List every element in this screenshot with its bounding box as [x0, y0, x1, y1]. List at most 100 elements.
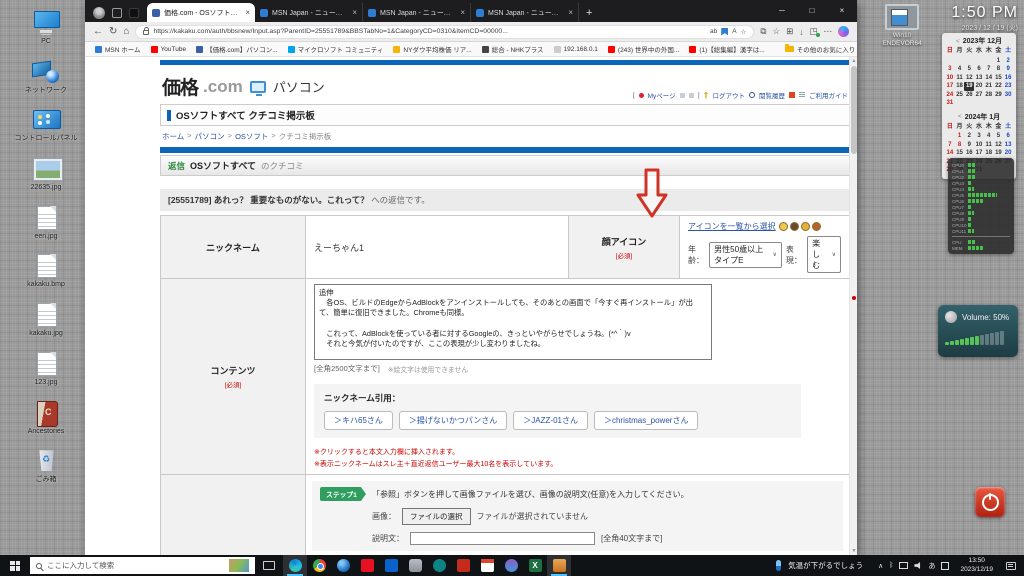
- desktop-icon[interactable]: ネットワーク: [14, 59, 78, 95]
- calendar-day[interactable]: 1: [955, 132, 965, 141]
- age-select[interactable]: 男性50歳以上タイプE ∨: [709, 241, 782, 268]
- calendar-day[interactable]: 30: [1003, 91, 1013, 100]
- taskbar-app[interactable]: [427, 555, 451, 576]
- volume-bar[interactable]: [985, 334, 989, 345]
- kakaku-logo[interactable]: 価格 .com パソコン: [162, 73, 325, 100]
- home-button[interactable]: ⌂: [123, 26, 129, 37]
- maximize-button[interactable]: □: [797, 0, 827, 20]
- calendar-prev-icon[interactable]: <: [956, 38, 960, 45]
- desktop-icon[interactable]: ごみ箱: [14, 448, 78, 484]
- calendar-day[interactable]: 8: [994, 65, 1004, 74]
- calendar-day[interactable]: 20: [1003, 149, 1013, 158]
- quote-nickname-button[interactable]: ＞揚げないかつパンさん: [398, 411, 508, 430]
- calendar-day[interactable]: 9: [1003, 65, 1013, 74]
- calendar-day[interactable]: 9: [964, 141, 974, 150]
- calendar-day[interactable]: [945, 57, 955, 66]
- volume-bar[interactable]: [955, 340, 959, 345]
- action-center-icon[interactable]: [1006, 561, 1016, 570]
- file-select-button[interactable]: ファイルの選択: [402, 508, 471, 525]
- translate-icon[interactable]: ab: [710, 28, 717, 35]
- calendar-day[interactable]: [994, 99, 1004, 108]
- bookmark-item[interactable]: 総合 - NHKプラス: [481, 44, 544, 54]
- calendar-day[interactable]: 16: [1003, 74, 1013, 83]
- breadcrumb-item[interactable]: パソコン: [195, 131, 225, 142]
- taskbar-app[interactable]: [547, 555, 571, 576]
- content-textarea[interactable]: 追伸 各OS、ビルドのEdgeからAdBlockをアンインストールしても、そのあ…: [314, 284, 712, 360]
- profile-avatar[interactable]: [93, 7, 105, 19]
- tab-close-icon[interactable]: ×: [568, 8, 573, 17]
- tab-close-icon[interactable]: ×: [245, 8, 250, 17]
- workspace-icon[interactable]: [112, 8, 122, 18]
- volume-bar[interactable]: [1000, 331, 1004, 345]
- calendar-day[interactable]: 19: [994, 149, 1004, 158]
- taskbar-app[interactable]: [451, 555, 475, 576]
- calendar-day[interactable]: 5: [994, 132, 1004, 141]
- power-gadget[interactable]: [975, 487, 1005, 517]
- calendar-day[interactable]: [955, 99, 965, 108]
- bookmark-item[interactable]: NYダウ平均株価 リア...: [393, 44, 472, 54]
- calendar-day[interactable]: 28: [984, 91, 994, 100]
- desktop-icon[interactable]: kakaku.jpg: [14, 302, 78, 338]
- calendar-day[interactable]: 10: [945, 74, 955, 83]
- weather-text[interactable]: 気温が下がるでしょう: [788, 560, 863, 571]
- calendar-day[interactable]: 7: [945, 141, 955, 150]
- volume-bar[interactable]: [990, 333, 994, 345]
- scroll-up-icon[interactable]: ▲: [850, 58, 857, 64]
- calendar-day[interactable]: 23: [1003, 82, 1013, 91]
- volume-bar[interactable]: [970, 337, 974, 345]
- calendar-day[interactable]: 13: [1003, 141, 1013, 150]
- calendar-day[interactable]: 6: [1003, 132, 1013, 141]
- bookmark-item[interactable]: (1)【総集編】漢字は...: [689, 44, 765, 54]
- logout-link[interactable]: ログアウト: [713, 90, 746, 100]
- extensions-icon[interactable]: ◳: [809, 26, 820, 37]
- refresh-button[interactable]: ↻: [109, 26, 117, 37]
- calendar-day[interactable]: 8: [955, 141, 965, 150]
- desktop-icon[interactable]: コントロールパネル: [14, 107, 78, 143]
- calendar-day[interactable]: 18: [955, 82, 965, 91]
- tab-close-icon[interactable]: ×: [352, 8, 357, 17]
- calendar-day[interactable]: 17: [945, 82, 955, 91]
- calendar-day[interactable]: 5: [964, 65, 974, 74]
- address-bar[interactable]: https://kakaku.com/auth/bbsnew/Input.asp…: [135, 24, 755, 39]
- calendar-day[interactable]: 27: [974, 91, 984, 100]
- calendar-day[interactable]: [1003, 99, 1013, 108]
- expression-select[interactable]: 楽しむ ∨: [807, 236, 841, 273]
- copilot-icon[interactable]: [838, 26, 849, 37]
- calendar-day[interactable]: [984, 99, 994, 108]
- taskbar-app[interactable]: [379, 555, 403, 576]
- close-button[interactable]: ×: [827, 0, 857, 20]
- taskbar-app[interactable]: [499, 555, 523, 576]
- calendar-day[interactable]: 4: [984, 132, 994, 141]
- calendar-day[interactable]: [955, 57, 965, 66]
- taskbar-app[interactable]: [283, 555, 307, 576]
- minimize-button[interactable]: ─: [767, 0, 797, 20]
- collections-icon[interactable]: ⊞: [786, 26, 793, 37]
- desktop-icon-win10[interactable]: Win10 ENDEVOR64: [876, 4, 928, 48]
- ime-indicator[interactable]: あ: [928, 561, 935, 571]
- calendar-day[interactable]: 31: [945, 99, 955, 108]
- volume-bar[interactable]: [995, 332, 999, 345]
- guide-link[interactable]: ご利用ガイド: [809, 90, 848, 100]
- calendar-day[interactable]: 6: [974, 65, 984, 74]
- read-aloud-icon[interactable]: A: [732, 28, 736, 35]
- scroll-down-icon[interactable]: ▼: [850, 548, 857, 554]
- desktop-icon[interactable]: een.jpg: [14, 205, 78, 241]
- calendar-day[interactable]: 3: [945, 65, 955, 74]
- volume-bar[interactable]: [965, 338, 969, 345]
- breadcrumb-item[interactable]: ホーム: [162, 131, 184, 142]
- calendar-day[interactable]: 11: [955, 74, 965, 83]
- browser-tab[interactable]: MSN Japan - ニュース 天気, メール ×: [363, 3, 471, 22]
- tab-actions-icon[interactable]: [129, 8, 139, 18]
- desktop-icon[interactable]: 123.jpg: [14, 351, 78, 387]
- browser-tab[interactable]: MSN Japan - ニュース 天気, メール ×: [471, 3, 579, 22]
- history-link[interactable]: 閲覧履歴: [759, 90, 785, 100]
- calendar-prev-icon[interactable]: <: [958, 113, 962, 120]
- calendar-day[interactable]: 21: [984, 82, 994, 91]
- new-tab-button[interactable]: +: [579, 7, 599, 22]
- bookmark-item[interactable]: 【価格.com】パソコン...: [196, 44, 278, 54]
- taskbar-app[interactable]: [331, 555, 355, 576]
- image-description-input[interactable]: [410, 532, 595, 545]
- calendar-day[interactable]: 19: [964, 82, 975, 91]
- calendar-day[interactable]: 18: [984, 149, 994, 158]
- calendar-day[interactable]: 25: [955, 91, 965, 100]
